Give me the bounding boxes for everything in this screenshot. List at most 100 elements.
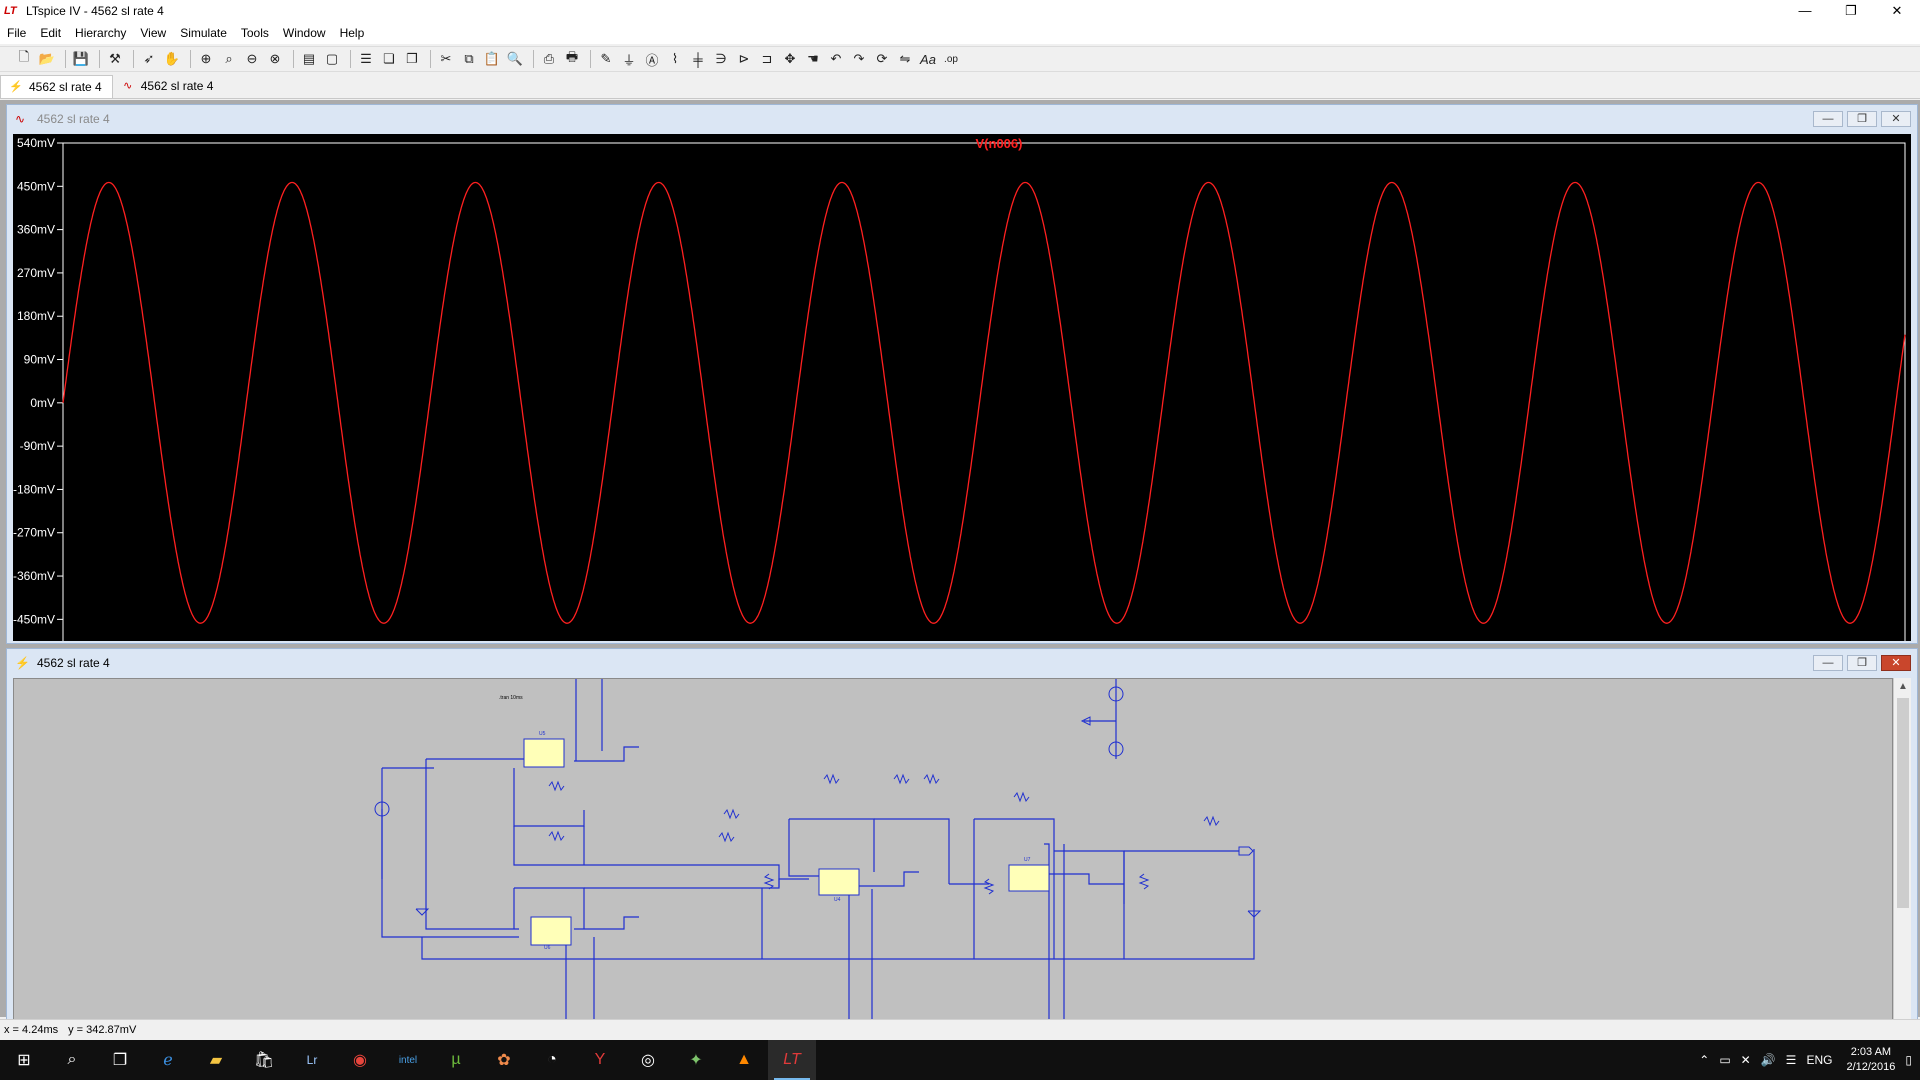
chrome-icon[interactable]: ◉ [336, 1040, 384, 1080]
utorrent-icon[interactable]: µ [432, 1040, 480, 1080]
resistor[interactable] [923, 773, 940, 785]
menu-simulate[interactable]: Simulate [173, 26, 234, 40]
gaming-icon[interactable]: ✦ [672, 1040, 720, 1080]
trace-label[interactable]: V(n006) [976, 136, 1023, 151]
zoom-pan-icon[interactable]: ⌕ [219, 49, 239, 69]
resistor[interactable] [548, 830, 565, 842]
waveform-close-button[interactable]: ✕ [1881, 111, 1911, 127]
resistor[interactable] [1203, 815, 1220, 827]
minimize-button[interactable]: — [1782, 0, 1828, 22]
menu-view[interactable]: View [133, 26, 173, 40]
run-icon[interactable]: ➶ [139, 49, 159, 69]
resistor[interactable] [763, 873, 775, 890]
halt-icon[interactable]: ✋ [162, 49, 182, 69]
waveform-maximize-button[interactable]: ❐ [1847, 111, 1877, 127]
zoom-in-icon[interactable]: ⊕ [196, 49, 216, 69]
file-explorer-icon[interactable]: ▰ [192, 1040, 240, 1080]
cut-icon[interactable]: ✂ [436, 49, 456, 69]
store-icon[interactable]: 🛍 [240, 1040, 288, 1080]
volume-icon[interactable]: 🔊 [1761, 1053, 1776, 1067]
drag-icon[interactable]: ☚ [803, 49, 823, 69]
ground-icon[interactable]: ⏚ [619, 49, 639, 69]
maximize-button[interactable]: ❐ [1828, 0, 1874, 22]
opamp-u7[interactable]: U7 [1008, 857, 1050, 892]
undo-icon[interactable]: ↶ [826, 49, 846, 69]
scroll-thumb[interactable] [1897, 698, 1909, 908]
tab-waveform[interactable]: ∿ 4562 sl rate 4 [113, 75, 224, 97]
redo-icon[interactable]: ↷ [849, 49, 869, 69]
move-icon[interactable]: ✥ [780, 49, 800, 69]
clear-icon[interactable]: ▢ [322, 49, 342, 69]
app-icon[interactable]: ◔ [528, 1040, 576, 1080]
resistor[interactable] [983, 878, 995, 895]
tile-vertical-icon[interactable]: ❏ [379, 49, 399, 69]
edge-icon[interactable]: ℯ [144, 1040, 192, 1080]
trace-v-n006[interactable] [62, 181, 1906, 624]
menu-tools[interactable]: Tools [234, 26, 276, 40]
cascade-icon[interactable]: ❐ [402, 49, 422, 69]
schematic-window-title-bar[interactable]: ⚡ 4562 sl rate 4 — ❐ ✕ [7, 649, 1917, 677]
tab-schematic[interactable]: ⚡ 4562 sl rate 4 [0, 74, 113, 98]
vlc-icon[interactable]: ▲ [720, 1040, 768, 1080]
menu-window[interactable]: Window [276, 26, 333, 40]
opamp-u4[interactable]: U4 [818, 868, 860, 903]
control-panel-icon[interactable]: ⚒ [105, 49, 125, 69]
schematic-close-button[interactable]: ✕ [1881, 655, 1911, 671]
spice-directive-icon[interactable]: .op [941, 49, 961, 69]
label-icon[interactable]: Ⓐ [642, 49, 662, 69]
save-icon[interactable]: 💾 [71, 49, 91, 69]
resistor[interactable] [723, 808, 740, 820]
resistor[interactable] [1013, 791, 1030, 803]
task-view-icon[interactable]: ❐ [96, 1040, 144, 1080]
open-icon[interactable]: 📂 [37, 49, 57, 69]
network-icon[interactable]: ✕ [1741, 1053, 1751, 1067]
paste-icon[interactable]: 📋 [482, 49, 502, 69]
new-schematic-icon[interactable]: 🗋 [14, 49, 34, 69]
spice-directive-text[interactable]: .tran 10ms [499, 695, 523, 701]
ltspice-icon[interactable]: LT [768, 1040, 816, 1080]
menu-help[interactable]: Help [333, 26, 372, 40]
text-icon[interactable]: Aa [918, 49, 938, 69]
draw-wire-icon[interactable]: ✎ [596, 49, 616, 69]
inductor-icon[interactable]: ∋ [711, 49, 731, 69]
clock[interactable]: 2:03 AM 2/12/2016 [1846, 1045, 1895, 1075]
media-icon[interactable]: ◎ [624, 1040, 672, 1080]
notifications-icon[interactable]: ▯ [1905, 1053, 1912, 1067]
component-icon[interactable]: ⊐ [757, 49, 777, 69]
resistor[interactable] [823, 773, 840, 785]
lightroom-icon[interactable]: Lr [288, 1040, 336, 1080]
opamp-u5[interactable]: U5 [523, 731, 565, 768]
schematic-minimize-button[interactable]: — [1813, 655, 1843, 671]
resistor-icon[interactable]: ⌇ [665, 49, 685, 69]
rotate-icon[interactable]: ⟳ [872, 49, 892, 69]
language-indicator[interactable]: ENG [1806, 1053, 1832, 1067]
windows-start-icon[interactable]: ⊞ [0, 1040, 48, 1080]
action-center-icon[interactable]: ☰ [1786, 1053, 1797, 1067]
print-icon[interactable]: 🖶 [562, 49, 582, 69]
waveform-plot[interactable]: 540mV 450mV 360mV 270mV 180mV 90mV 0mV -90mV -18… [13, 134, 1911, 641]
waveform-minimize-button[interactable]: — [1813, 111, 1843, 127]
intel-icon[interactable]: intel [384, 1040, 432, 1080]
print-preview-icon[interactable]: ⎙ [539, 49, 559, 69]
scroll-up-icon[interactable]: ▲ [1894, 678, 1912, 696]
paint-icon[interactable]: ✿ [480, 1040, 528, 1080]
resistor[interactable] [1138, 873, 1150, 890]
opamp-u6[interactable]: U6 [530, 916, 572, 951]
battery-icon[interactable]: ▭ [1719, 1053, 1730, 1067]
schematic-maximize-button[interactable]: ❐ [1847, 655, 1877, 671]
menu-hierarchy[interactable]: Hierarchy [68, 26, 133, 40]
mirror-icon[interactable]: ⇋ [895, 49, 915, 69]
resistor[interactable] [718, 831, 735, 843]
capacitor-icon[interactable]: ╪ [688, 49, 708, 69]
autorange-icon[interactable]: ▤ [299, 49, 319, 69]
zoom-out-icon[interactable]: ⊖ [242, 49, 262, 69]
output-port[interactable] [1238, 846, 1254, 856]
tray-chevron-icon[interactable]: ⌃ [1699, 1053, 1709, 1067]
zoom-fit-icon[interactable]: ⊗ [265, 49, 285, 69]
search-icon[interactable]: ⌕ [48, 1040, 96, 1080]
diode-icon[interactable]: ⊳ [734, 49, 754, 69]
menu-file[interactable]: File [0, 26, 33, 40]
copy-icon[interactable]: ⧉ [459, 49, 479, 69]
resistor[interactable] [893, 773, 910, 785]
close-button[interactable]: ✕ [1874, 0, 1920, 22]
